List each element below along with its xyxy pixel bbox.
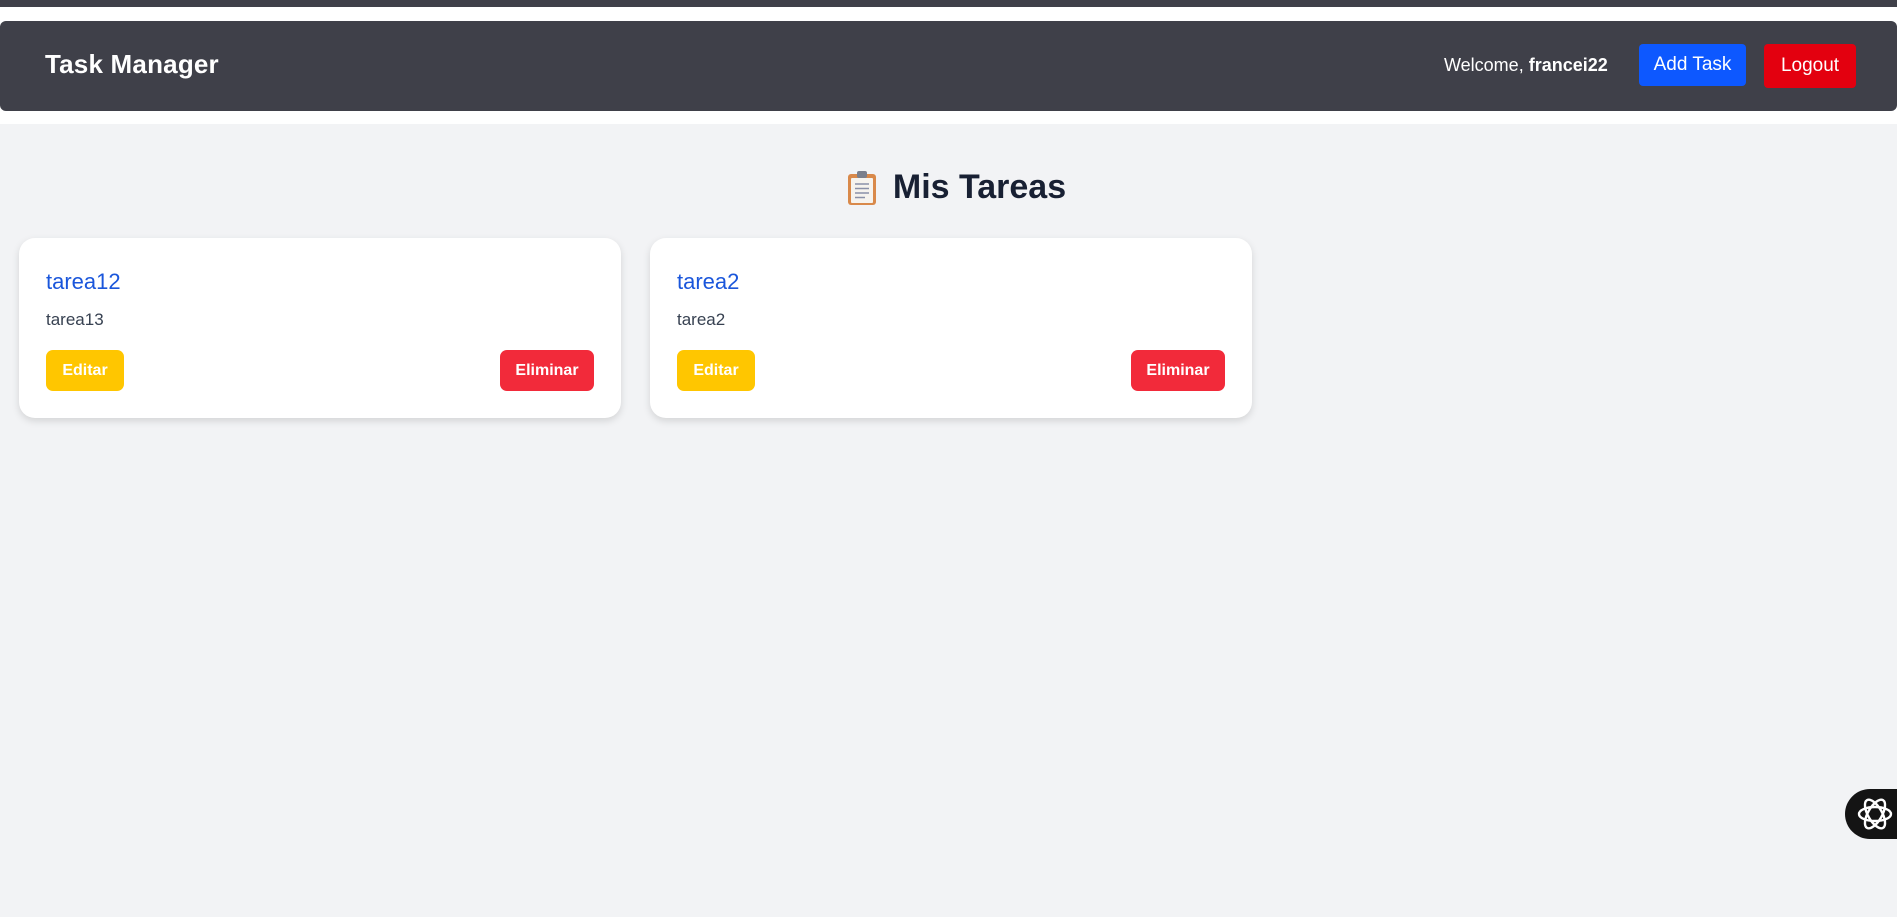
top-strip xyxy=(0,0,1897,7)
add-task-button[interactable]: Add Task xyxy=(1639,44,1746,86)
edit-task-button[interactable]: Editar xyxy=(677,350,755,391)
task-description: tarea2 xyxy=(677,310,726,329)
page-title: Mis Tareas xyxy=(892,168,1067,206)
navbar: Task Manager Welcome, francei22 Add Task… xyxy=(0,21,1897,111)
logout-button[interactable]: Logout xyxy=(1764,44,1856,88)
username: francei22 xyxy=(1528,55,1608,75)
delete-task-button[interactable]: Eliminar xyxy=(500,350,594,391)
task-card: tarea2 tarea2 Editar Eliminar xyxy=(650,238,1252,418)
welcome-message: Welcome, francei22 xyxy=(1444,55,1608,76)
clipboard-icon xyxy=(847,170,876,205)
task-card: tarea12 tarea13 Editar Eliminar xyxy=(19,238,621,418)
task-description: tarea13 xyxy=(46,310,104,329)
assistant-knot-icon xyxy=(1857,798,1893,830)
task-title: tarea12 xyxy=(46,269,121,294)
page-heading: Mis Tareas xyxy=(0,168,1897,207)
task-title: tarea2 xyxy=(677,269,740,294)
welcome-prefix: Welcome, xyxy=(1444,55,1524,75)
brand-title: Task Manager xyxy=(45,49,219,79)
edit-task-button[interactable]: Editar xyxy=(46,350,124,391)
assistant-widget-button[interactable] xyxy=(1845,789,1897,839)
delete-task-button[interactable]: Eliminar xyxy=(1131,350,1225,391)
